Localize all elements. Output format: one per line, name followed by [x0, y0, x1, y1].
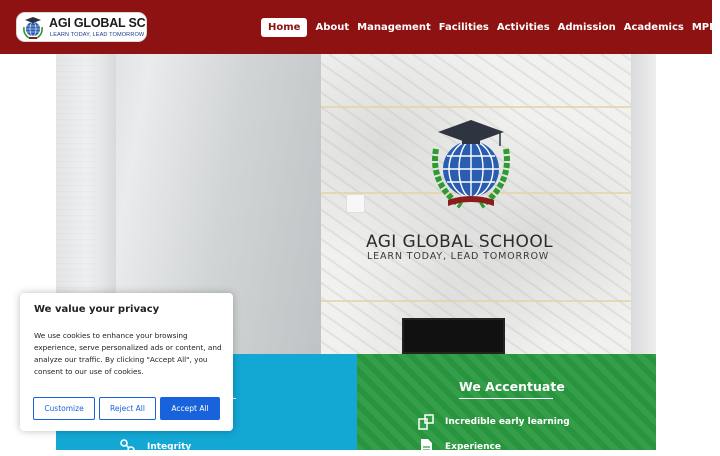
customize-button[interactable]: Customize	[33, 397, 95, 420]
accept-all-button[interactable]: Accept All	[160, 397, 220, 420]
logo-tagline: LEARN TODAY, LEAD TOMORROW	[50, 32, 145, 38]
blocks-icon	[418, 414, 434, 430]
nav-activities[interactable]: Activities	[497, 18, 550, 37]
accentuate-panel: We Accentuate Incredible early learning …	[357, 354, 656, 450]
document-icon	[421, 439, 432, 450]
feature-early-learning: Incredible early learning	[417, 413, 570, 431]
nav-facilities[interactable]: Facilities	[439, 18, 489, 37]
feature-label: Experience	[445, 442, 501, 450]
nav-about[interactable]: About	[315, 18, 349, 37]
marble-strip	[321, 300, 631, 302]
hero-white-square	[346, 194, 365, 213]
globe-emblem-icon	[23, 17, 43, 39]
logo-name: AGI GLOBAL SCHOOL	[49, 16, 146, 30]
panel-pattern	[357, 354, 656, 450]
nav-mpd[interactable]: MPD	[692, 18, 718, 37]
hero-wall-right	[631, 54, 656, 354]
sign-tagline: LEARN TODAY, LEAD TOMORROW	[367, 251, 550, 262]
feature-label: Incredible early learning	[445, 417, 570, 427]
feature-integrity: Integrity	[119, 438, 191, 456]
nav-admission[interactable]: Admission	[558, 18, 616, 37]
cookie-consent-dialog: We value your privacy We use cookies to …	[20, 293, 233, 431]
nav-academics[interactable]: Academics	[624, 18, 684, 37]
reject-all-button[interactable]: Reject All	[99, 397, 156, 420]
site-header: AGI GLOBAL SCHOOL LEARN TODAY, LEAD TOMO…	[0, 0, 717, 54]
nav-management[interactable]: Management	[357, 18, 431, 37]
feature-experience: Experience	[417, 438, 501, 450]
sign-school-name: AGI GLOBAL SCHOOL	[366, 232, 553, 252]
nav-home[interactable]: Home	[261, 18, 308, 37]
accentuate-title: We Accentuate	[459, 379, 565, 394]
marble-strip	[321, 106, 631, 108]
cookie-title: We value your privacy	[34, 304, 160, 315]
accentuate-underline	[459, 398, 553, 399]
main-nav: Home About Management Facilities Activit…	[261, 18, 720, 37]
site-logo[interactable]: AGI GLOBAL SCHOOL LEARN TODAY, LEAD TOMO…	[16, 12, 147, 42]
cookie-body: We use cookies to enhance your browsing …	[34, 331, 222, 376]
feature-label: Integrity	[147, 442, 192, 452]
hero-tv	[402, 318, 505, 354]
handshake-icon	[120, 439, 135, 454]
school-emblem-icon	[432, 120, 510, 209]
